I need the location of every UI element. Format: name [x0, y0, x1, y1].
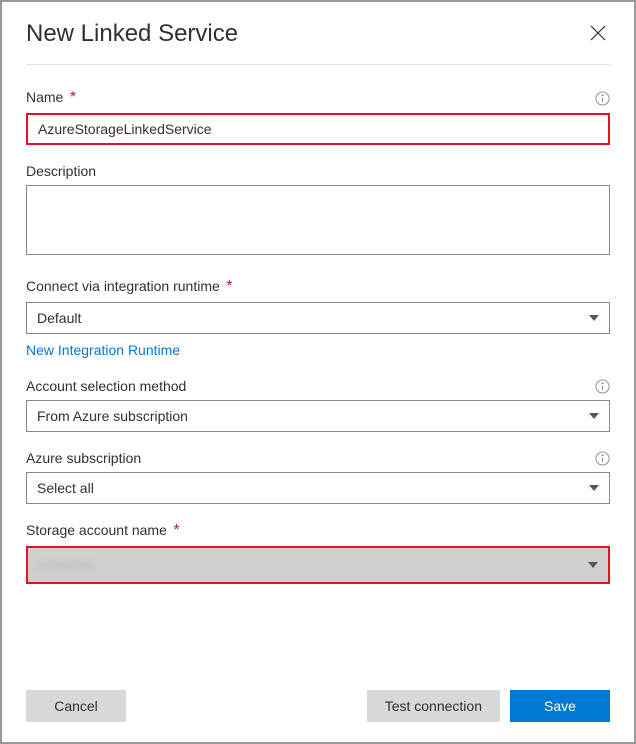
caret-down-icon — [589, 313, 599, 323]
cancel-button[interactable]: Cancel — [26, 690, 126, 722]
linked-service-panel: New Linked Service Name * — [2, 2, 634, 742]
info-icon[interactable] — [595, 379, 610, 394]
description-input[interactable] — [26, 185, 610, 255]
panel-title: New Linked Service — [26, 20, 238, 48]
account-method-field: Account selection method From Azure subs… — [26, 378, 610, 432]
subscription-select[interactable]: Select all — [26, 472, 610, 504]
close-icon — [590, 29, 606, 44]
storage-account-select[interactable]: redacted — [26, 546, 610, 584]
required-marker: * — [173, 522, 179, 539]
form-body: Name * Description — [26, 65, 610, 674]
info-icon[interactable] — [595, 451, 610, 466]
close-button[interactable] — [586, 21, 610, 48]
required-marker: * — [70, 89, 76, 106]
storage-account-label: Storage account name — [26, 522, 167, 538]
storage-account-value: redacted — [38, 557, 92, 573]
save-button[interactable]: Save — [510, 690, 610, 722]
subscription-label: Azure subscription — [26, 450, 141, 466]
caret-down-icon — [589, 483, 599, 493]
test-connection-button[interactable]: Test connection — [367, 690, 500, 722]
panel-header: New Linked Service — [26, 2, 610, 65]
account-method-label: Account selection method — [26, 378, 186, 394]
subscription-field: Azure subscription Select all — [26, 450, 610, 504]
account-method-value: From Azure subscription — [37, 408, 188, 424]
new-runtime-link[interactable]: New Integration Runtime — [26, 342, 180, 358]
info-icon[interactable] — [595, 91, 610, 106]
runtime-value: Default — [37, 310, 81, 326]
description-label: Description — [26, 163, 96, 179]
required-marker: * — [226, 278, 232, 295]
caret-down-icon — [589, 411, 599, 421]
account-method-select[interactable]: From Azure subscription — [26, 400, 610, 432]
storage-account-field: Storage account name * redacted — [26, 522, 610, 584]
name-label: Name — [26, 89, 63, 105]
runtime-label: Connect via integration runtime — [26, 278, 220, 294]
runtime-field: Connect via integration runtime * Defaul… — [26, 278, 610, 360]
name-field: Name * — [26, 89, 610, 145]
subscription-value: Select all — [37, 480, 94, 496]
description-field: Description — [26, 163, 610, 260]
runtime-select[interactable]: Default — [26, 302, 610, 334]
panel-footer: Cancel Test connection Save — [26, 674, 610, 742]
caret-down-icon — [588, 560, 598, 570]
name-input[interactable] — [26, 113, 610, 145]
